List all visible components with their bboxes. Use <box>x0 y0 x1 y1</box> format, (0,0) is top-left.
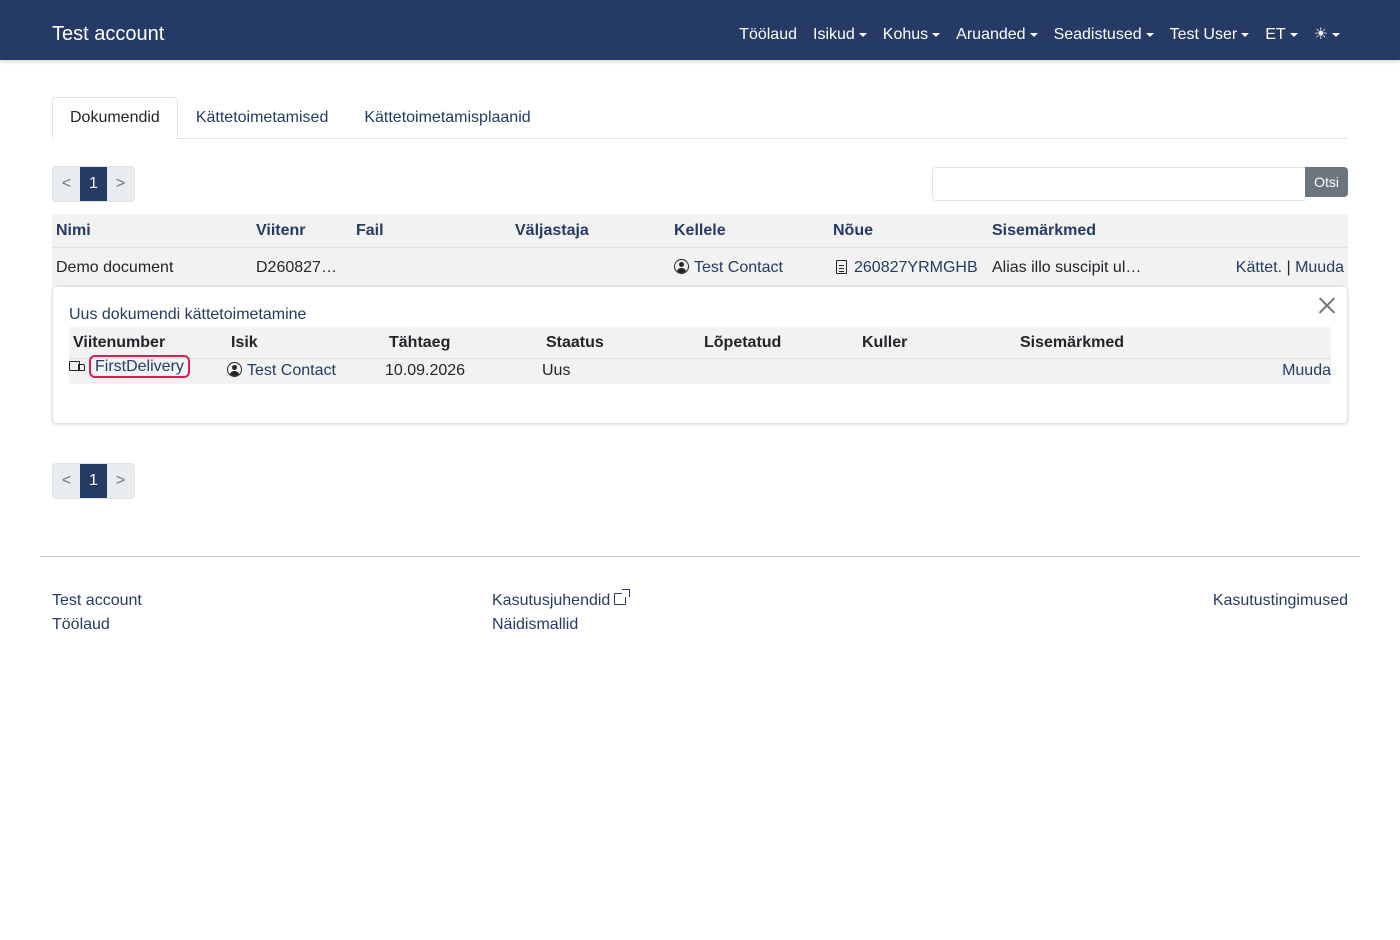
footer-templates-link[interactable]: Näidismallid <box>492 616 578 634</box>
delivery-detail-card: Uus dokumendi kättetoimetamine Viitenumb… <box>52 286 1348 424</box>
sub-row-edit-link[interactable]: Muuda <box>1282 362 1331 380</box>
brand-link[interactable]: Test account <box>52 22 164 46</box>
caret-down-icon <box>1029 33 1038 37</box>
col-header-kellele[interactable]: Kellele <box>674 222 726 240</box>
delivery-ref-link[interactable]: FirstDelivery <box>89 355 190 378</box>
table-row[interactable]: FirstDelivery Test Contact 10.09.2026 Uu… <box>69 355 1331 384</box>
nav-toolaud[interactable]: Töölaud <box>739 25 797 45</box>
documents-table: Nimi Viitenr Fail Väljastaja Kellele Nõu… <box>52 214 1348 286</box>
sub-col-sisemarkmed: Sisemärkmed <box>1020 334 1125 351</box>
nav-language-dropdown[interactable]: ET <box>1265 25 1298 45</box>
person-link[interactable]: Test Contact <box>247 362 336 379</box>
col-header-noue[interactable]: Nõue <box>833 222 873 240</box>
page-current-button[interactable]: 1 <box>80 167 107 201</box>
sub-table-header: Viitenumber Isik Tähtaeg Staatus Lõpetat… <box>69 327 1331 359</box>
nav-isikud-dropdown[interactable]: Isikud <box>813 25 867 45</box>
external-link-icon <box>614 589 631 605</box>
footer-divider <box>40 556 1360 557</box>
footer-terms-link[interactable]: Kasutustingimused <box>1213 592 1348 610</box>
person-icon <box>227 362 242 377</box>
pagination-top: < 1 > <box>52 166 135 202</box>
col-header-sisemarkmed[interactable]: Sisemärkmed <box>992 222 1096 240</box>
col-header-valjastaja[interactable]: Väljastaja <box>515 222 589 240</box>
sub-row-status: Uus <box>542 362 571 379</box>
nav-aruanded-dropdown[interactable]: Aruanded <box>956 25 1038 45</box>
sub-row-deadline: 10.09.2026 <box>385 362 466 379</box>
row-notes: Alias illo suscipit ul… <box>992 259 1142 276</box>
navbar: Test account Töölaud Isikud Kohus Aruand… <box>0 0 1400 60</box>
deliveries-table: Viitenumber Isik Tähtaeg Staatus Lõpetat… <box>69 327 1331 384</box>
document-icon <box>836 260 847 274</box>
nav-isikud-label: Isikud <box>813 26 855 43</box>
person-icon <box>674 259 689 274</box>
claim-link[interactable]: 260827YRMGHB <box>854 259 978 276</box>
nav-menu: Töölaud Isikud Kohus Aruanded Seadistuse… <box>723 25 1340 45</box>
tab-kattetoimetamisplaanid[interactable]: Kättetoimetamisplaanid <box>346 97 548 139</box>
page-next-button[interactable]: > <box>107 464 134 498</box>
table-row[interactable]: Demo document D260827… Test Contact 2608… <box>52 248 1348 286</box>
search-input[interactable] <box>932 167 1306 201</box>
tab-kattetoimetamised[interactable]: Kättetoimetamised <box>178 97 347 139</box>
page-prev-button[interactable]: < <box>53 167 80 201</box>
caret-down-icon <box>1145 33 1154 37</box>
row-claim: 260827YRMGHB <box>836 259 978 277</box>
theme-dropdown[interactable]: ☀ <box>1314 25 1340 45</box>
row-ref: D260827… <box>256 259 337 276</box>
sub-col-viitenumber: Viitenumber <box>73 334 166 351</box>
nav-seadistused-dropdown[interactable]: Seadistused <box>1054 25 1154 45</box>
row-recipient: Test Contact <box>674 259 783 277</box>
table-header: Nimi Viitenr Fail Väljastaja Kellele Nõu… <box>52 214 1348 248</box>
sub-col-kuller: Kuller <box>862 334 908 351</box>
tab-dokumendid[interactable]: Dokumendid <box>52 97 178 140</box>
nav-seadistused-label: Seadistused <box>1053 26 1142 43</box>
pagination-bottom: < 1 > <box>52 463 135 499</box>
col-header-nimi[interactable]: Nimi <box>56 222 91 240</box>
sub-col-lopetatud: Lõpetatud <box>704 334 782 351</box>
row-actions: Kättet. | Muuda <box>1236 259 1344 277</box>
footer-toolaud-link[interactable]: Töölaud <box>52 616 110 634</box>
deliver-link[interactable]: Kättet. <box>1236 259 1282 276</box>
action-separator: | <box>1286 259 1291 276</box>
footer-guides-label: Kasutusjuhendid <box>492 592 611 609</box>
nav-kohus-dropdown[interactable]: Kohus <box>882 25 941 45</box>
nav-kohus-label: Kohus <box>882 26 929 43</box>
caret-down-icon <box>1289 33 1298 37</box>
sub-col-isik: Isik <box>231 334 258 351</box>
caret-down-icon <box>858 33 867 37</box>
page-prev-button[interactable]: < <box>53 464 80 498</box>
card-title: Uus dokumendi kättetoimetamine <box>69 306 307 323</box>
sub-row-ref: FirstDelivery <box>69 355 190 378</box>
caret-down-icon <box>1332 33 1340 37</box>
col-header-viitenr[interactable]: Viitenr <box>256 222 306 240</box>
sub-col-tahtaeg: Tähtaeg <box>389 334 451 351</box>
footer-guides-link[interactable]: Kasutusjuhendid <box>492 589 631 610</box>
sun-icon: ☀ <box>1313 26 1328 43</box>
col-header-fail[interactable]: Fail <box>356 222 384 240</box>
search-group: Otsi <box>932 167 1348 201</box>
sub-row-person: Test Contact <box>227 362 336 380</box>
close-icon[interactable] <box>1317 295 1337 315</box>
page-current-button[interactable]: 1 <box>80 464 107 498</box>
recipient-link[interactable]: Test Contact <box>694 259 783 276</box>
edit-link[interactable]: Muuda <box>1295 259 1344 276</box>
sub-col-staatus: Staatus <box>546 334 604 351</box>
truck-icon <box>69 361 85 372</box>
caret-down-icon <box>1241 33 1250 37</box>
search-button[interactable]: Otsi <box>1305 167 1348 197</box>
nav-language-label: ET <box>1265 26 1286 43</box>
nav-user-dropdown[interactable]: Test User <box>1170 25 1250 45</box>
page-next-button[interactable]: > <box>107 167 134 201</box>
footer-account-link[interactable]: Test account <box>52 592 142 610</box>
nav-aruanded-label: Aruanded <box>956 26 1026 43</box>
caret-down-icon <box>932 33 941 37</box>
row-name: Demo document <box>56 259 174 276</box>
tab-bar: Dokumendid Kättetoimetamised Kättetoimet… <box>52 97 1348 140</box>
nav-user-label: Test User <box>1169 26 1238 43</box>
